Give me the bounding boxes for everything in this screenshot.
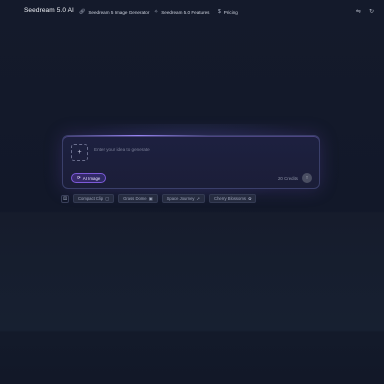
suggestion-chip[interactable]: Space Journey ➚ <box>161 194 206 203</box>
nav-link-label: Pricing <box>223 9 238 15</box>
chip-label: Grass Dome <box>123 196 147 201</box>
send-button[interactable]: ↑ <box>302 173 312 183</box>
chip-label: Cherry Blossoms <box>214 196 246 201</box>
brand-title[interactable]: Seedream 5.0 AI <box>24 7 74 14</box>
prompt-input[interactable]: Enter your idea to generate <box>94 147 150 152</box>
prompt-composer: + Enter your idea to generate ⟳ AI Image… <box>62 135 320 189</box>
nav-actions: ⇋ ↻ <box>356 8 374 15</box>
flower-icon: ✿ <box>247 196 252 201</box>
dollar-icon: $ <box>218 9 221 15</box>
panel-highlight <box>67 135 209 136</box>
translate-icon[interactable]: ⇋ <box>356 8 361 15</box>
image-icon: ▣ <box>148 196 153 201</box>
dice-icon: ⚄ <box>63 195 67 201</box>
clip-icon: ▢ <box>105 196 110 201</box>
credits-label: 20 Credits <box>277 176 298 181</box>
rocket-icon: ➚ <box>196 196 201 201</box>
suggestion-chip[interactable]: Cherry Blossoms ✿ <box>209 194 257 203</box>
chip-label: Space Journey <box>166 196 195 201</box>
suggestion-chip[interactable]: Grass Dome ▣ <box>118 194 158 203</box>
top-navbar: Seedream 5.0 AI 🔗︎ Seedream 5 Image Gene… <box>0 0 384 24</box>
mode-selector-button[interactable]: ⟳ AI Image <box>71 173 107 183</box>
link-icon: 🔗︎ <box>79 9 86 15</box>
sparkle-icon: ✧ <box>154 9 159 15</box>
plus-icon: + <box>77 149 82 156</box>
suggestion-chip[interactable]: Compact Clip ▢ <box>73 194 115 203</box>
refresh-icon[interactable]: ↻ <box>369 8 374 15</box>
nav-link-image-generator[interactable]: 🔗︎ Seedream 5 Image Generator <box>79 9 149 15</box>
suggestion-chips: ⚄ Compact Clip ▢ Grass Dome ▣ Space Jour… <box>61 194 257 203</box>
mode-label: AI Image <box>82 175 101 181</box>
arrow-up-icon: ↑ <box>305 175 309 181</box>
nav-link-label: Seedream 5 Image Generator <box>88 9 150 15</box>
nav-link-pricing[interactable]: $ Pricing <box>218 9 238 15</box>
upload-image-button[interactable]: + <box>71 144 88 161</box>
nav-link-features[interactable]: ✧ Seedream 5.0 Features <box>154 9 209 15</box>
shuffle-button[interactable]: ⚄ <box>61 194 69 203</box>
image-mode-icon: ⟳ <box>77 175 81 180</box>
chip-label: Compact Clip <box>78 196 104 201</box>
nav-link-label: Seedream 5.0 Features <box>161 9 210 15</box>
